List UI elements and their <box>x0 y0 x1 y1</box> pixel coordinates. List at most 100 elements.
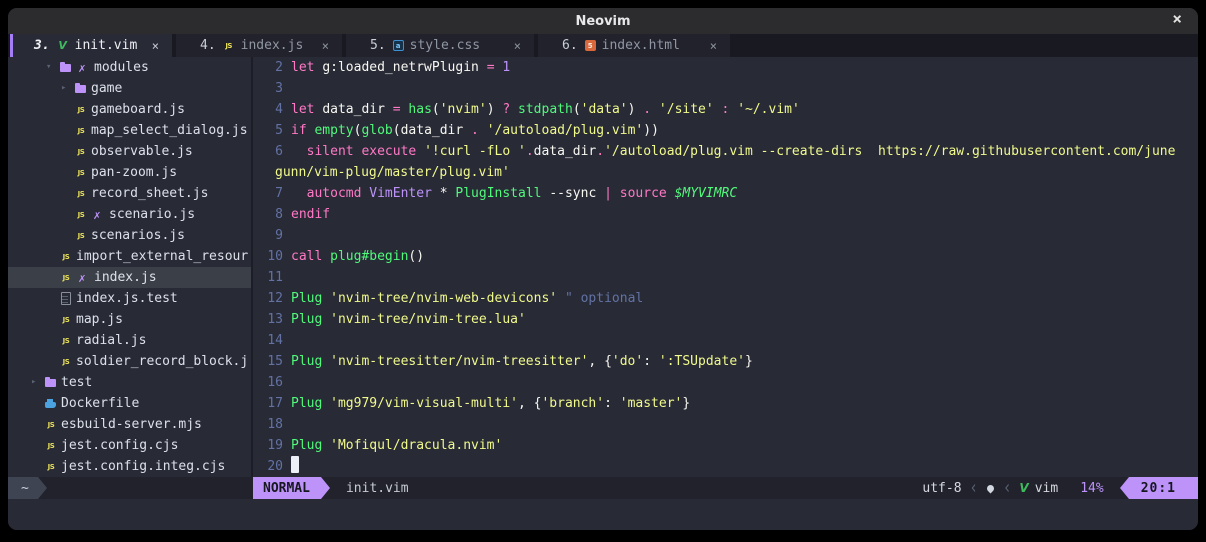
tab-style.css[interactable]: 5.astyle.css× <box>346 34 534 57</box>
title-bar[interactable]: Neovim × <box>8 8 1198 34</box>
tab-number: 3. <box>34 38 50 53</box>
code-line[interactable]: 11 <box>253 267 1198 288</box>
tab-label: index.html <box>602 38 700 53</box>
tab-close-icon[interactable]: × <box>710 39 717 53</box>
tree-item-label: jest.config.cjs <box>61 438 178 453</box>
code-line[interactable]: 5if empty(glob(data_dir . '/autoload/plu… <box>253 120 1198 141</box>
code-token <box>714 102 722 117</box>
x-marker-icon: ✗ <box>76 61 88 75</box>
line-number: 18 <box>253 414 283 435</box>
tree-item-observable.js[interactable]: JSobservable.js <box>8 141 251 162</box>
tree-item-import_external_resour[interactable]: JSimport_external_resour <box>8 246 251 267</box>
tree-item-map.js[interactable]: JSmap.js <box>8 309 251 330</box>
tree-item-gameboard.js[interactable]: JSgameboard.js <box>8 99 251 120</box>
code-text: silent execute '!curl -fLo '.data_dir.'/… <box>291 141 1175 162</box>
code-line[interactable]: 9 <box>253 225 1198 246</box>
code-line[interactable]: 6 silent execute '!curl -fLo '.data_dir.… <box>253 141 1198 162</box>
code-line[interactable]: 20 <box>253 456 1198 477</box>
tree-item-record_sheet.js[interactable]: JSrecord_sheet.js <box>8 183 251 204</box>
code-text: Plug 'nvim-tree/nvim-tree.lua' <box>291 309 526 330</box>
code-token: 'nvim-tree/nvim-tree.lua' <box>330 312 526 327</box>
tab-close-icon[interactable]: × <box>514 39 521 53</box>
neovim-window: Neovim × 3.Vinit.vim×4.JSindex.js×5.asty… <box>8 8 1198 530</box>
tab-bar: 3.Vinit.vim×4.JSindex.js×5.astyle.css×6.… <box>8 34 1198 57</box>
tab-close-icon[interactable]: × <box>322 39 329 53</box>
tree-item-modules[interactable]: ▾✗modules <box>8 57 251 78</box>
js-icon: JS <box>223 39 235 53</box>
code-line[interactable]: 14 <box>253 330 1198 351</box>
code-token: 'branch' <box>541 396 604 411</box>
code-line[interactable]: 8endif <box>253 204 1198 225</box>
code-line[interactable]: 10call plug#begin() <box>253 246 1198 267</box>
code-token: } <box>745 354 753 369</box>
code-line[interactable]: 2let g:loaded_netrwPlugin = 1 <box>253 57 1198 78</box>
code-line[interactable]: gunn/vim-plug/master/plug.vim' <box>253 162 1198 183</box>
tree-item-jest.config.integ.cjs[interactable]: JSjest.config.integ.cjs <box>8 456 251 477</box>
code-token: gunn/vim-plug/master/plug.vim' <box>275 165 510 180</box>
code-token: '~/.vim' <box>737 102 800 117</box>
code-line[interactable]: 17Plug 'mg979/vim-visual-multi', {'branc… <box>253 393 1198 414</box>
tree-item-Dockerfile[interactable]: Dockerfile <box>8 393 251 414</box>
code-token: )) <box>643 123 659 138</box>
tab-init.vim[interactable]: 3.Vinit.vim× <box>10 34 172 57</box>
tree-item-pan-zoom.js[interactable]: JSpan-zoom.js <box>8 162 251 183</box>
tab-label: index.js <box>241 38 312 53</box>
code-token: VimEnter <box>369 186 439 201</box>
code-token: : <box>604 396 620 411</box>
cursor-position: 20:1 <box>1129 477 1198 499</box>
code-text: let g:loaded_netrwPlugin = 1 <box>291 57 510 78</box>
tab-number: 6. <box>562 38 578 53</box>
code-text: endif <box>291 204 330 225</box>
tree-item-scenario.js[interactable]: JS✗scenario.js <box>8 204 251 225</box>
tab-label: init.vim <box>75 38 142 53</box>
window-close-button[interactable]: × <box>1172 9 1182 28</box>
code-line[interactable]: 4let data_dir = has('nvim') ? stdpath('d… <box>253 99 1198 120</box>
code-text: call plug#begin() <box>291 246 424 267</box>
file-tree: ▾✗modules▸gameJSgameboard.jsJSmap_select… <box>8 57 251 477</box>
code-token: Plug <box>291 312 330 327</box>
code-line[interactable]: 18 <box>253 414 1198 435</box>
tree-item-index.js[interactable]: JS✗index.js <box>8 267 251 288</box>
code-token: plug#begin <box>330 249 408 264</box>
folder-open-icon <box>60 61 72 75</box>
code-line[interactable]: 19Plug 'Mofiqul/dracula.nvim' <box>253 435 1198 456</box>
filetype-label: vim <box>1035 481 1058 496</box>
code-token: ) <box>628 102 644 117</box>
tree-item-radial.js[interactable]: JSradial.js <box>8 330 251 351</box>
docker-icon <box>45 397 57 411</box>
code-token: g:loaded_netrwPlugin <box>322 60 486 75</box>
main-content: ▾✗modules▸gameJSgameboard.jsJSmap_select… <box>8 57 1198 477</box>
code-line[interactable]: 16 <box>253 372 1198 393</box>
code-line[interactable]: 7 autocmd VimEnter * PlugInstall --sync … <box>253 183 1198 204</box>
code-line[interactable]: 15Plug 'nvim-treesitter/nvim-treesitter'… <box>253 351 1198 372</box>
tree-status-segment: ~ <box>8 477 253 499</box>
tree-item-label: map_select_dialog.js <box>91 123 248 138</box>
tree-item-index.js.test[interactable]: index.js.test <box>8 288 251 309</box>
tree-item-map_select_dialog.js[interactable]: JSmap_select_dialog.js <box>8 120 251 141</box>
tree-item-game[interactable]: ▸game <box>8 78 251 99</box>
command-line[interactable] <box>8 499 1198 530</box>
chevron-right-icon[interactable]: ▸ <box>61 78 75 99</box>
tree-item-label: test <box>61 375 92 390</box>
tree-item-esbuild-server.mjs[interactable]: JSesbuild-server.mjs <box>8 414 251 435</box>
tree-item-soldier_record_block.j[interactable]: JSsoldier_record_block.j <box>8 351 251 372</box>
code-token: ( <box>393 123 401 138</box>
code-token: data_dir <box>401 123 471 138</box>
code-line[interactable]: 3 <box>253 78 1198 99</box>
tab-close-icon[interactable]: × <box>152 39 159 53</box>
code-area[interactable]: 2let g:loaded_netrwPlugin = 134let data_… <box>253 57 1198 477</box>
chevron-right-icon[interactable]: ▸ <box>31 372 45 393</box>
tree-item-scenarios.js[interactable]: JSscenarios.js <box>8 225 251 246</box>
window-title: Neovim <box>575 14 630 29</box>
code-token: let <box>291 102 322 117</box>
chevron-down-icon[interactable]: ▾ <box>46 57 60 78</box>
code-token: 'Mofiqul/dracula.nvim' <box>330 438 502 453</box>
line-number: 20 <box>253 456 283 477</box>
tab-index.js[interactable]: 4.JSindex.js× <box>176 34 342 57</box>
code-line[interactable]: 13Plug 'nvim-tree/nvim-tree.lua' <box>253 309 1198 330</box>
powerline-arrow-icon <box>38 477 47 499</box>
tree-item-test[interactable]: ▸ test <box>8 372 251 393</box>
tab-index.html[interactable]: 6.5index.html× <box>538 34 730 57</box>
code-line[interactable]: 12Plug 'nvim-tree/nvim-web-devicons' " o… <box>253 288 1198 309</box>
tree-item-jest.config.cjs[interactable]: JSjest.config.cjs <box>8 435 251 456</box>
